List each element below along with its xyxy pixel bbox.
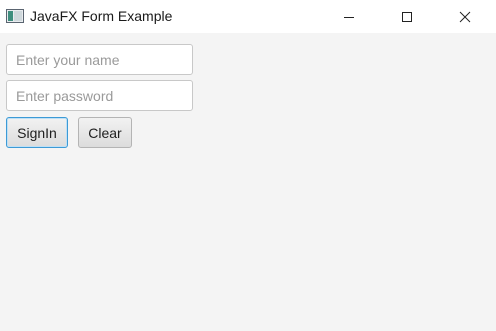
- clear-button[interactable]: Clear: [78, 117, 132, 148]
- maximize-button[interactable]: [384, 0, 430, 33]
- signin-button[interactable]: SignIn: [6, 117, 68, 148]
- close-icon: [459, 11, 471, 23]
- minimize-icon: [343, 11, 355, 23]
- title-bar[interactable]: JavaFX Form Example: [0, 0, 496, 33]
- form-pane: SignIn Clear: [0, 33, 496, 331]
- password-field[interactable]: [6, 80, 193, 111]
- app-icon: [6, 9, 24, 23]
- window-title: JavaFX Form Example: [30, 8, 173, 24]
- name-field[interactable]: [6, 44, 193, 75]
- maximize-icon: [401, 11, 413, 23]
- close-button[interactable]: [442, 0, 488, 33]
- app-window: JavaFX Form Example Enter your name Sign…: [0, 0, 496, 331]
- minimize-button[interactable]: [326, 0, 372, 33]
